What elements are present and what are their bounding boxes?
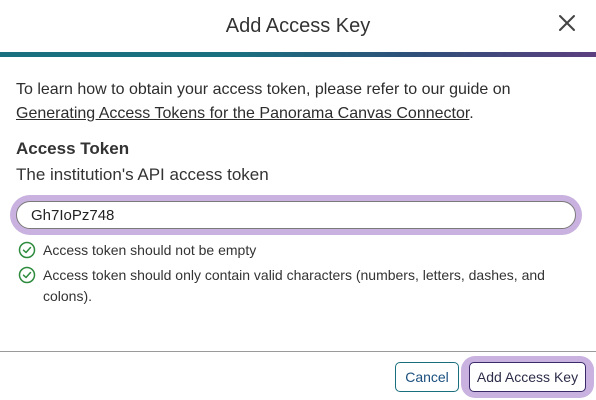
access-token-focus-ring xyxy=(10,195,582,235)
dialog-title: Add Access Key xyxy=(225,15,371,37)
add-access-key-button[interactable]: Add Access Key xyxy=(469,362,586,392)
validation-item: Access token should not be empty xyxy=(18,240,558,261)
close-icon[interactable] xyxy=(556,12,578,34)
access-token-label: Access Token xyxy=(16,139,130,158)
intro-period: . xyxy=(469,105,474,122)
footer-divider xyxy=(0,351,596,352)
intro-section: To learn how to obtain your access token… xyxy=(16,78,580,126)
check-circle-icon xyxy=(18,241,36,259)
access-token-description: The institution's API access token xyxy=(16,165,269,184)
header-accent-bar xyxy=(0,52,596,57)
check-circle-icon xyxy=(18,266,36,284)
dialog-header: Add Access Key xyxy=(0,0,596,52)
validation-text: Access token should only contain valid c… xyxy=(43,267,545,304)
intro-paragraph: To learn how to obtain your access token… xyxy=(16,78,580,126)
guide-link[interactable]: Generating Access Tokens for the Panoram… xyxy=(16,105,469,122)
validation-item: Access token should only contain valid c… xyxy=(18,265,558,307)
intro-text: To learn how to obtain your access token… xyxy=(16,81,511,98)
validation-list: Access token should not be empty Access … xyxy=(18,240,558,311)
access-token-input[interactable] xyxy=(16,201,576,229)
cancel-button[interactable]: Cancel xyxy=(395,362,459,392)
validation-text: Access token should not be empty xyxy=(43,242,257,258)
